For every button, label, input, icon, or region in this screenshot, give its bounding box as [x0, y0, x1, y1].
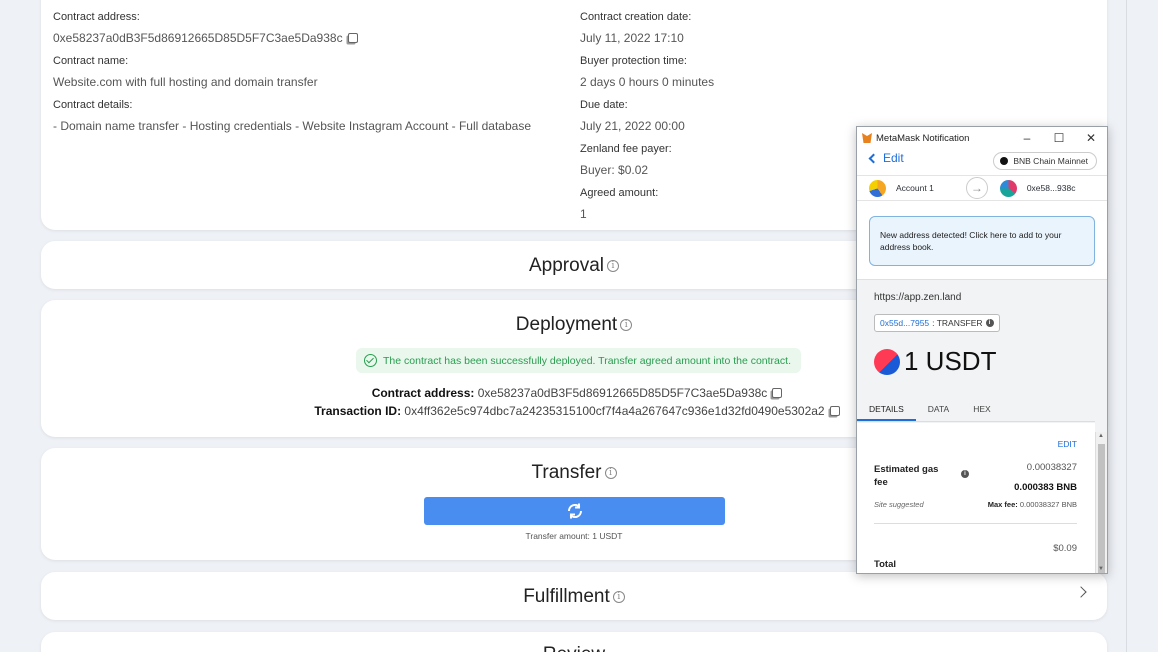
fee-payer-field: Zenland fee payer: Buyer: $0.02 — [580, 143, 672, 177]
gas-fee-primary: 0.000383 BNB — [1014, 482, 1077, 493]
info-icon[interactable]: i — [607, 259, 619, 272]
fulfillment-title: Fulfillment i — [41, 586, 1107, 608]
metamask-titlebar: MetaMask Notification – ☐ ✕ — [857, 127, 1107, 149]
divider — [874, 523, 1077, 524]
metamask-window-title: MetaMask Notification — [876, 132, 970, 144]
contract-details-field: Contract details: - Domain name transfer… — [53, 99, 531, 133]
network-dot-icon — [1000, 157, 1009, 165]
contract-address-field: Contract address: 0xe58237a0dB3F5d869126… — [53, 11, 358, 45]
check-circle-icon — [364, 354, 377, 367]
info-icon[interactable]: i — [961, 470, 969, 478]
max-fee: Max fee: 0.00038327 BNB — [988, 500, 1077, 509]
edit-back-button[interactable]: Edit — [868, 151, 904, 165]
review-title: Review — [41, 644, 1107, 652]
buyer-protection-label: Buyer protection time: — [580, 55, 687, 67]
contract-address-value: 0xe58237a0dB3F5d86912665D85D5F7C3ae5Da93… — [53, 31, 343, 45]
info-icon[interactable]: i — [604, 466, 617, 479]
creation-date-label: Contract creation date: — [580, 11, 692, 23]
contract-details-label: Contract details: — [53, 99, 133, 111]
buyer-protection-value: 2 days 0 hours 0 minutes — [580, 75, 715, 89]
max-fee-value: 0.00038327 BNB — [1019, 500, 1077, 509]
total-label: Total — [874, 559, 896, 570]
metamask-scrollbar[interactable]: ▲ ▼ — [1095, 432, 1107, 573]
tab-data[interactable]: DATA — [916, 398, 961, 421]
tab-hex[interactable]: HEX — [961, 398, 1002, 421]
site-suggested-label: Site suggested — [874, 500, 924, 509]
success-message: The contract has been successfully deplo… — [383, 354, 791, 367]
method-badge: 0x55d...7955 : TRANSFER i — [874, 314, 1000, 332]
refresh-icon — [567, 503, 582, 519]
total-usd: $0.09 — [1053, 543, 1077, 554]
buyer-protection-field: Buyer protection time: 2 days 0 hours 0 … — [580, 55, 714, 89]
close-icon[interactable]: ✕ — [1075, 131, 1107, 145]
transfer-amount: 1 USDT — [874, 346, 996, 377]
detail-tabs: DETAILS DATA HEX — [857, 398, 1095, 422]
contract-name-field: Contract name: Website.com with full hos… — [53, 55, 318, 89]
origin-url: https://app.zen.land — [874, 292, 962, 303]
copy-icon[interactable] — [772, 388, 783, 398]
transaction-id-label: Transaction ID: — [314, 404, 402, 418]
agreed-amount-value: 1 — [580, 207, 587, 221]
method-name: : TRANSFER — [932, 318, 983, 328]
new-address-notice[interactable]: New address detected! Click here to add … — [869, 216, 1095, 266]
agreed-amount-label: Agreed amount: — [580, 187, 659, 199]
scrollbar-thumb[interactable] — [1098, 444, 1105, 573]
edit-gas-link[interactable]: EDIT — [1058, 439, 1077, 449]
due-date-field: Due date: July 21, 2022 00:00 — [580, 99, 685, 133]
network-selector[interactable]: BNB Chain Mainnet — [993, 152, 1097, 170]
edit-label: Edit — [883, 151, 904, 165]
creation-date-value: July 11, 2022 17:10 — [580, 31, 684, 45]
page-scrollbar[interactable] — [1126, 0, 1158, 652]
review-section[interactable]: Review — [41, 632, 1107, 652]
scroll-down-icon[interactable]: ▼ — [1098, 566, 1104, 572]
max-fee-label: Max fee: — [987, 500, 1018, 509]
fulfillment-section[interactable]: Fulfillment i — [41, 572, 1107, 620]
gas-fee-secondary: 0.00038327 — [1026, 462, 1077, 473]
copy-icon[interactable] — [829, 406, 840, 416]
contract-name-label: Contract name: — [53, 55, 129, 67]
tab-details[interactable]: DETAILS — [857, 398, 916, 421]
info-icon[interactable]: i — [985, 319, 994, 327]
creation-date-field: Contract creation date: July 11, 2022 17… — [580, 11, 691, 45]
contract-name-value: Website.com with full hosting and domain… — [53, 75, 318, 89]
contract-details-value: - Domain name transfer - Hosting credent… — [53, 119, 531, 133]
metamask-fox-icon — [862, 133, 872, 143]
token-icon — [874, 348, 900, 375]
recipient-avatar — [999, 179, 1017, 197]
info-icon[interactable]: i — [620, 318, 633, 331]
agreed-amount-field: Agreed amount: 1 — [580, 187, 658, 221]
details-panel: EDIT Estimated gas fee i 0.00038327 0.00… — [857, 423, 1095, 573]
fee-payer-value: Buyer: $0.02 — [580, 163, 649, 177]
gas-fee-label: Estimated gas fee — [874, 464, 939, 488]
to-account[interactable]: 0xe58...938c — [1027, 183, 1076, 193]
transaction-id-value: 0x4ff362e5c974dbc7a24235315100cf7f4a4a26… — [404, 404, 825, 418]
account-row: Account 1 → 0xe58...938c — [857, 175, 1107, 201]
account-avatar — [869, 179, 886, 197]
metamask-window: MetaMask Notification – ☐ ✕ Edit BNB Cha… — [856, 126, 1108, 574]
fulfillment-title-text: Fulfillment — [523, 586, 610, 607]
from-account: Account 1 — [896, 183, 934, 193]
maximize-icon[interactable]: ☐ — [1043, 131, 1075, 145]
info-icon[interactable]: i — [612, 590, 625, 603]
chevron-left-icon — [868, 153, 879, 163]
arrow-right-icon: → — [965, 177, 988, 199]
approval-title-text: Approval — [529, 255, 604, 276]
amount-value: 1 USDT — [904, 346, 997, 376]
transaction-body: https://app.zen.land 0x55d...7955 : TRAN… — [857, 279, 1107, 573]
minimize-icon[interactable]: – — [1011, 131, 1043, 145]
method-address[interactable]: 0x55d...7955 — [880, 318, 929, 328]
deployment-contract-address-value: 0xe58237a0dB3F5d86912665D85D5F7C3ae5Da93… — [477, 386, 768, 400]
contract-address-label: Contract address: — [53, 11, 140, 23]
deployment-title-text: Deployment — [515, 314, 618, 335]
transfer-title-text: Transfer — [531, 462, 602, 483]
success-alert: The contract has been successfully deplo… — [356, 348, 801, 373]
transfer-button[interactable] — [424, 497, 725, 525]
scroll-up-icon[interactable]: ▲ — [1098, 433, 1104, 439]
due-date-label: Due date: — [580, 99, 628, 111]
fee-payer-label: Zenland fee payer: — [580, 143, 672, 155]
network-name: BNB Chain Mainnet — [1013, 156, 1088, 166]
deployment-contract-address-label: Contract address: — [371, 386, 475, 400]
due-date-value: July 21, 2022 00:00 — [580, 119, 685, 133]
copy-icon[interactable] — [347, 33, 358, 43]
